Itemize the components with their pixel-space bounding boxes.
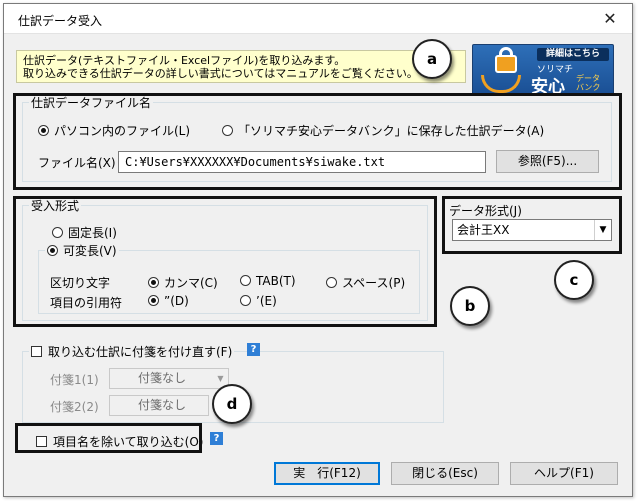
sync-arrow-icon: [481, 75, 521, 93]
data-bank-banner[interactable]: 詳細はこちら ソリマチ 安心 データバンク: [472, 44, 614, 96]
highlight-a: [13, 93, 622, 190]
lock-icon: [495, 55, 517, 73]
window-title: 仕訳データ受入: [18, 14, 103, 28]
close-icon[interactable]: ✕: [598, 7, 622, 31]
highlight-c: [442, 196, 622, 254]
highlight-b: [13, 196, 437, 327]
info-line-1: 仕訳データ(テキストファイル・Excelファイル)を取り込みます。: [23, 54, 346, 67]
tag1-label: 付箋1(1): [50, 373, 99, 387]
tag2-label: 付箋2(2): [50, 400, 99, 414]
help-button[interactable]: ヘルプ(F1): [510, 462, 618, 485]
close-button[interactable]: 閉じる(Esc): [391, 462, 499, 485]
callout-a: a: [412, 39, 452, 79]
retag-checkbox-label: 取り込む仕訳に付箋を付け直す(F): [48, 345, 233, 359]
banner-detail-tag: 詳細はこちら: [537, 48, 609, 61]
tag1-value: 付箋なし: [138, 371, 187, 385]
info-line-2: 取り込みできる仕訳データの詳しい書式についてはマニュアルをご覧ください。: [23, 67, 418, 80]
exclude-header-help-icon[interactable]: ?: [210, 432, 223, 445]
callout-c: c: [554, 260, 594, 300]
retag-checkbox[interactable]: [31, 346, 42, 357]
title-bar: 仕訳データ受入 ✕: [4, 4, 632, 34]
info-message: 仕訳データ(テキストファイル・Excelファイル)を取り込みます。 取り込みでき…: [16, 50, 466, 83]
tag2-select[interactable]: 付箋なし: [109, 395, 209, 416]
banner-subtitle: データバンク: [576, 74, 601, 92]
tag2-value: 付箋なし: [138, 398, 187, 412]
callout-b: b: [450, 286, 490, 326]
callout-d: d: [212, 384, 252, 424]
tag-legend[interactable]: 取り込む仕訳に付箋を付け直す(F): [29, 343, 234, 360]
execute-button[interactable]: 実 行(F12): [274, 462, 380, 485]
tag1-select[interactable]: 付箋なし ▼: [109, 368, 229, 389]
highlight-d: [15, 423, 202, 453]
retag-help-icon[interactable]: ?: [247, 343, 260, 356]
